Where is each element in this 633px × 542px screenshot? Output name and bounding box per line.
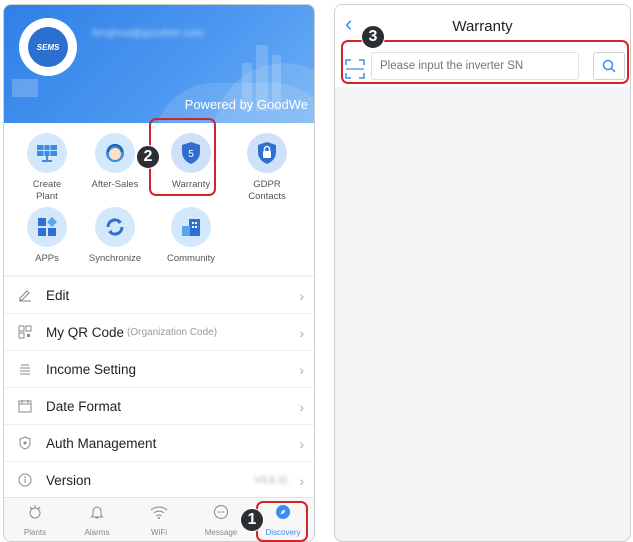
wifi-icon [150,506,168,519]
menu-item-version[interactable]: Version V3.8.11 › [4,462,314,499]
menu-item-date-format[interactable]: Date Format › [4,388,314,425]
tile-community[interactable]: Community [152,207,230,265]
highlight-search-bar [341,40,629,84]
chevron-right-icon: › [299,473,304,489]
chevron-right-icon: › [299,436,304,452]
chevron-right-icon: › [299,288,304,304]
discovery-screen: SEMS fenghua@goodwe.com Powered by GoodW… [3,4,315,542]
sync-icon [95,207,135,247]
tile-label: APPs [35,253,59,264]
chevron-right-icon: › [299,362,304,378]
settings-menu: Edit › My QR Code (Organization Code) › … [4,277,314,499]
tab-plants[interactable]: Plants [4,498,66,541]
support-person-icon [95,133,135,173]
warranty-screen: ‹ Warranty [334,4,631,542]
tile-label: After-Sales [91,179,139,190]
tile-label: Create Plant [32,179,62,202]
chevron-right-icon: › [299,399,304,415]
menu-item-income-setting[interactable]: Income Setting › [4,351,314,388]
tile-label: Synchronize [88,253,142,264]
tile-label: GDPR Contacts [248,179,286,202]
message-icon [214,505,228,519]
bell-icon [90,506,104,519]
version-value: V3.8.11 [254,475,288,486]
lock-icon [247,133,287,173]
chevron-right-icon: › [299,325,304,341]
income-icon [18,362,32,376]
tab-wifi[interactable]: WiFi [128,498,190,541]
tab-alarms[interactable]: Alarms [66,498,128,541]
menu-item-edit[interactable]: Edit › [4,277,314,314]
tile-gdpr-contacts[interactable]: GDPR Contacts [228,133,306,203]
sems-logo: SEMS [28,27,68,67]
step-badge-2: 2 [136,145,160,169]
account-email: fenghua@goodwe.com [92,28,204,39]
tile-apps[interactable]: APPs [8,207,86,265]
avatar[interactable]: SEMS [19,18,77,76]
step-badge-3: 3 [361,25,385,49]
auth-shield-icon [18,436,32,450]
calendar-icon [18,399,32,413]
edit-icon [18,288,32,302]
step-badge-1: 1 [240,508,264,532]
menu-item-qr-code[interactable]: My QR Code (Organization Code) › [4,314,314,351]
building-icon [171,207,211,247]
info-icon [18,473,32,487]
powered-by-label: Powered by GoodWe [184,97,308,112]
plants-icon [29,505,41,519]
tile-synchronize[interactable]: Synchronize [76,207,154,265]
menu-item-auth-management[interactable]: Auth Management › [4,425,314,462]
solar-panel-icon [27,133,67,173]
apps-grid-icon [27,207,67,247]
tile-create-plant[interactable]: Create Plant [8,133,86,203]
qr-code-icon [18,325,32,339]
tile-label: Community [166,253,216,264]
